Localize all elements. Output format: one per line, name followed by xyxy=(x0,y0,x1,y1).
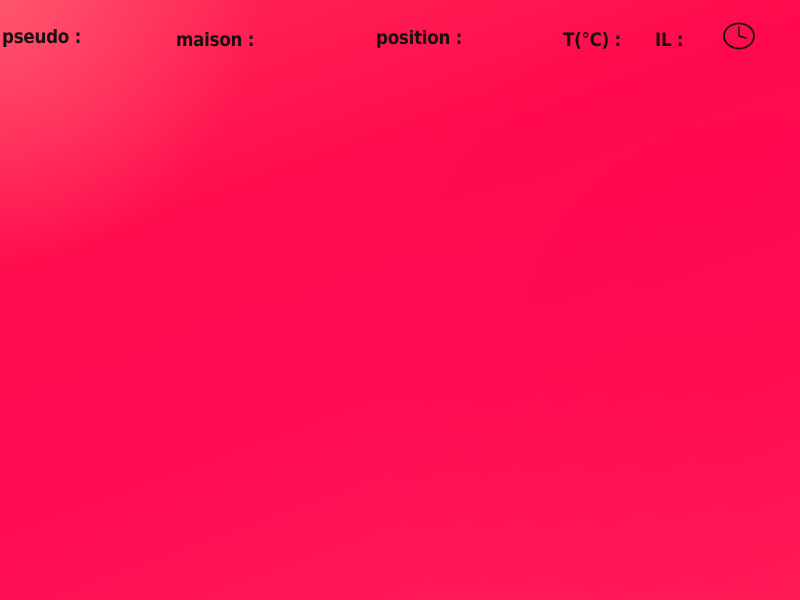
pseudo-label: pseudo : xyxy=(2,26,82,48)
top-info-bar: pseudo : maison : position : T(°C) : IL … xyxy=(0,0,800,80)
clock-icon[interactable] xyxy=(723,22,755,50)
main-area xyxy=(0,80,800,600)
maison-label: maison : xyxy=(176,29,255,51)
il-label: IL : xyxy=(655,29,684,51)
temperature-label: T(°C) : xyxy=(563,29,621,51)
position-label: position : xyxy=(376,27,463,49)
